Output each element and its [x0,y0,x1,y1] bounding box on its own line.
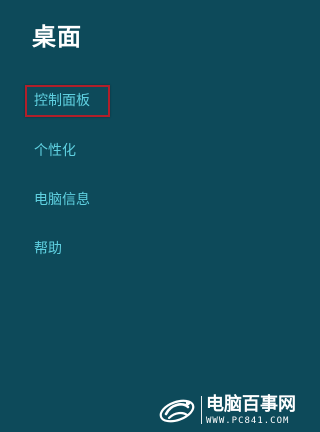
watermark-site-name: 电脑百事网 [206,394,296,415]
menu-item-personalization[interactable]: 个性化 [34,141,76,161]
watermark-url: WWW.PC841.COM [206,416,290,426]
panel-title: 桌面 [32,23,82,51]
charms-settings-panel: 桌面 控制面板 个性化 电脑信息 帮助 电脑百事网 WWW.PC841.COM [0,0,312,432]
menu-item-help[interactable]: 帮助 [34,239,62,259]
menu-item-pc-info[interactable]: 电脑信息 [34,190,90,210]
site-watermark: 电脑百事网 WWW.PC841.COM [157,392,309,430]
watermark-separator [201,396,202,424]
highlight-annotation-box [25,85,110,117]
pc841-logo-icon [159,399,195,423]
